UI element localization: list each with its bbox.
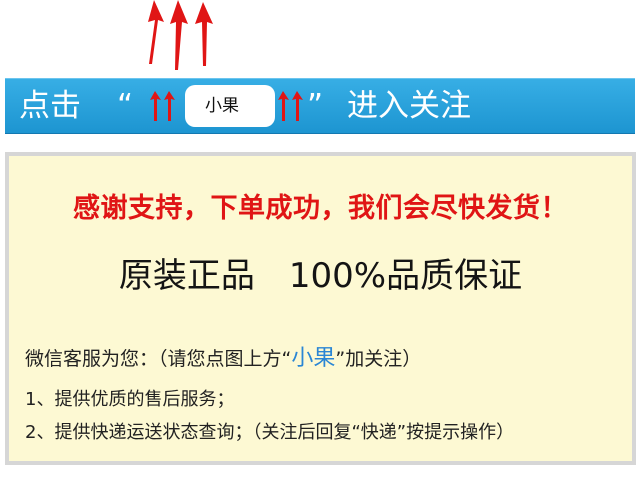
service-prefix: 微信客服为您：（请您点图上方“ — [25, 348, 292, 370]
banner-click-text: 点击 — [19, 88, 81, 124]
genuine-guarantee: 原装正品 100%品质保证 — [118, 256, 523, 296]
service-account-name: 小果 — [291, 346, 336, 371]
list-item: 2、提供快递运送状态查询；（关注后回复“快递”按提示操作） — [25, 422, 515, 443]
banner-follow-text: 进入关注 — [347, 88, 471, 124]
banner-quote-open: “ — [117, 88, 134, 124]
follow-banner[interactable]: 点击 “ 小果 ” 进入关注 — [5, 78, 635, 134]
double-up-arrows-icon — [278, 91, 303, 121]
list-item: 1、提供优质的售后服务； — [25, 389, 235, 410]
account-name-pill[interactable]: 小果 — [185, 85, 275, 127]
account-name-label: 小果 — [205, 96, 239, 115]
triple-up-arrows-icon — [148, 0, 213, 70]
order-info-box: 感谢支持，下单成功，我们会尽快发货！ 原装正品 100%品质保证 微信客服为您：… — [5, 152, 636, 465]
double-up-arrows-icon — [150, 91, 175, 121]
banner-quote-close: ” — [307, 88, 324, 124]
thanks-heading: 感谢支持，下单成功，我们会尽快发货！ — [73, 193, 568, 224]
wechat-service-line: 微信客服为您：（请您点图上方“小果”加关注） — [25, 340, 421, 372]
service-suffix: ”加关注） — [335, 348, 422, 370]
